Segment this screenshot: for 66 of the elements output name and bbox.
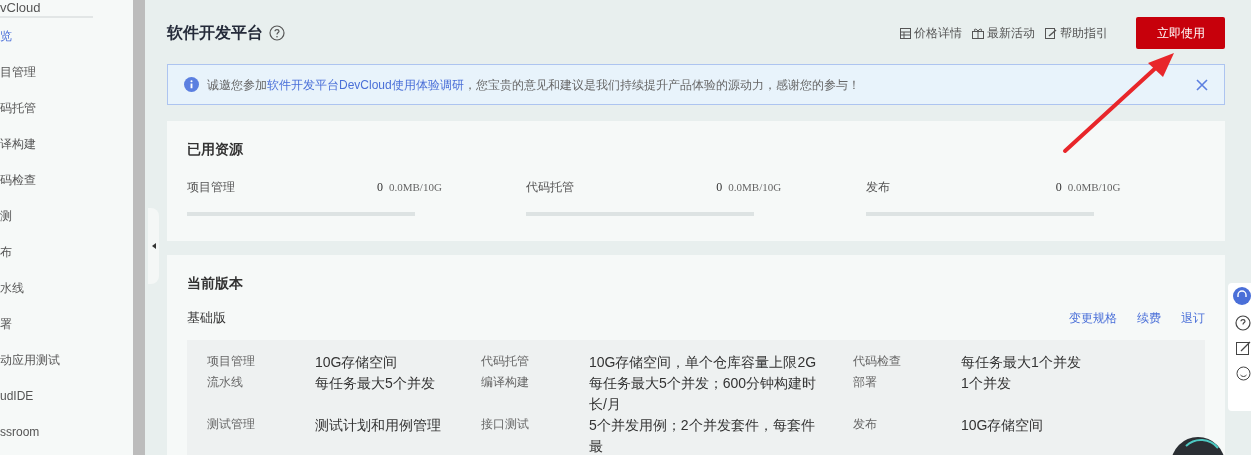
feature-value: 1个并发 — [961, 373, 1012, 393]
close-icon[interactable] — [1196, 78, 1208, 91]
section-title: 当前版本 — [187, 274, 244, 293]
resource-count: 0 — [716, 179, 723, 196]
page-title: 软件开发平台 — [167, 23, 263, 43]
sidebar-item[interactable]: 水线 — [0, 270, 133, 306]
feature-name: 代码检查 — [853, 352, 902, 370]
header-link[interactable]: 帮助指引 — [1045, 24, 1108, 42]
smiley-icon[interactable] — [1236, 366, 1251, 381]
notice-text: 诚邀您参加软件开发平台DevCloud使用体验调研，您宝贵的意见和建议是我们持续提升产品体验的源动力，感谢您的参与！ — [207, 76, 860, 94]
sidebar-item[interactable]: 动应用测试 — [0, 342, 133, 378]
help-icon[interactable] — [1235, 315, 1251, 331]
header-link[interactable]: 价格详情 — [900, 24, 962, 42]
table-icon — [900, 27, 911, 39]
action-link[interactable]: 退订 — [1181, 308, 1205, 327]
sidebar-item[interactable]: ssroom — [0, 414, 133, 450]
sidebar-item[interactable]: 码检查 — [0, 162, 133, 198]
feature-name: 测试管理 — [207, 415, 256, 433]
resource-usage: 0.0MB/10G — [728, 179, 782, 195]
resource-usage: 0.0MB/10G — [1067, 179, 1121, 195]
feature-name: 接口测试 — [481, 415, 530, 433]
survey-link[interactable]: 软件开发平台DevCloud使用体验调研 — [267, 77, 464, 92]
sidebar-item[interactable]: 码托管 — [0, 90, 133, 126]
feature-value: 每任务最大5个并发；600分钟构建时长/月 — [589, 373, 818, 414]
feature-value: 10G存储空间 — [315, 352, 399, 372]
sidebar-item[interactable]: 测 — [0, 198, 133, 234]
sidebar-title: vCloud — [0, 0, 93, 18]
feature-value: 10G存储空间，单个仓库容量上限2G — [589, 352, 818, 372]
collapse-handle[interactable] — [148, 208, 159, 284]
collapse-icon — [151, 243, 156, 249]
sidebar-item[interactable]: 目管理 — [0, 54, 133, 90]
resource-count: 0 — [377, 179, 383, 196]
edition-name: 基础版 — [187, 309, 226, 327]
feature-name: 部署 — [853, 373, 878, 391]
header-link[interactable]: 最新活动 — [972, 24, 1035, 42]
feature-name: 流水线 — [207, 373, 244, 391]
headset-icon[interactable] — [1233, 287, 1251, 305]
help-icon[interactable] — [269, 25, 285, 41]
sidebar-item[interactable]: 译构建 — [0, 126, 133, 162]
dial-icon — [1170, 436, 1226, 455]
edit-icon — [1045, 27, 1057, 39]
gift-icon — [972, 27, 984, 39]
sidebar-item[interactable]: 布 — [0, 234, 133, 270]
resource-usage: 0.0MB/10G — [389, 179, 442, 195]
feature-value: 测试计划和用例管理 — [315, 415, 442, 435]
sidebar-item[interactable]: 署 — [0, 306, 133, 342]
feature-name: 编译构建 — [481, 373, 530, 391]
action-link[interactable]: 变更规格 — [1069, 308, 1117, 327]
use-now-button[interactable]: 立即使用 — [1136, 17, 1225, 49]
feature-value: 10G存储空间 — [961, 415, 1045, 435]
feature-value: 每任务最大5个并发 — [315, 373, 436, 393]
feature-name: 发布 — [853, 415, 878, 433]
action-link[interactable]: 续费 — [1137, 308, 1161, 327]
section-title: 已用资源 — [187, 140, 244, 159]
feature-value: 每任务最大1个并发 — [961, 352, 1082, 372]
sidebar-item[interactable]: 览 — [0, 18, 133, 54]
info-icon — [184, 77, 199, 92]
feature-value: 5个并发用例；2个并发套件，每套件最 — [589, 415, 816, 455]
resource-name: 代码托管 — [526, 179, 576, 196]
resource-name: 项目管理 — [187, 179, 236, 196]
feature-name: 代码托管 — [481, 352, 530, 370]
edit-icon[interactable] — [1236, 341, 1251, 356]
resource-name: 发布 — [865, 179, 891, 196]
sidebar-item[interactable]: udIDE — [0, 378, 133, 414]
resource-count: 0 — [1055, 179, 1062, 196]
feature-name: 项目管理 — [207, 352, 256, 370]
